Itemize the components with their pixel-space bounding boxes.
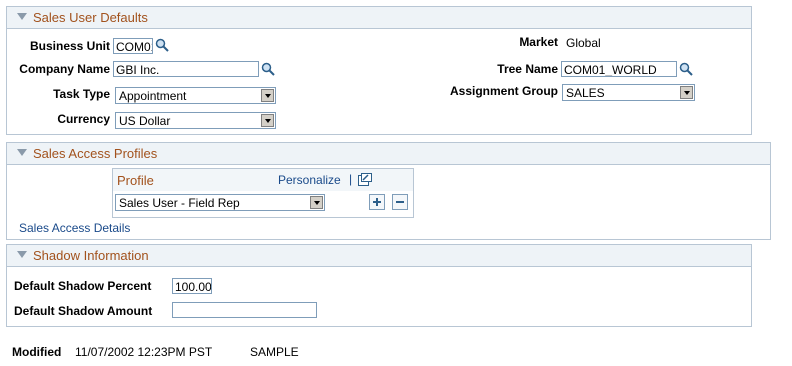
task-type-value: Appointment	[119, 89, 187, 103]
tree-name-field[interactable]: COM01_WORLD	[561, 61, 677, 77]
assignment-group-label: Assignment Group	[449, 84, 558, 98]
plus-icon[interactable]	[369, 194, 385, 210]
section-title: Shadow Information	[33, 248, 149, 263]
profile-select[interactable]: Sales User - Field Rep	[115, 194, 325, 211]
collapse-triangle-icon[interactable]	[17, 13, 27, 20]
company-name-label: Company Name	[19, 62, 110, 76]
section-title: Sales Access Profiles	[33, 146, 158, 161]
modified-by: SAMPLE	[250, 345, 299, 359]
section-header[interactable]: Sales Access Profiles	[7, 143, 770, 165]
assignment-group-value: SALES	[566, 86, 605, 100]
market-value: Global	[566, 36, 601, 50]
magnifier-icon[interactable]	[155, 38, 169, 52]
currency-select[interactable]: US Dollar	[115, 112, 276, 129]
company-name-field[interactable]: GBI Inc.	[113, 61, 259, 77]
default-shadow-amount-label: Default Shadow Amount	[14, 304, 153, 318]
market-label: Market	[519, 35, 558, 49]
profile-column-header[interactable]: Profile	[117, 173, 154, 188]
currency-value: US Dollar	[119, 114, 171, 128]
collapse-triangle-icon[interactable]	[17, 149, 27, 156]
sales-access-details-link[interactable]: Sales Access Details	[19, 221, 130, 235]
currency-label: Currency	[57, 112, 110, 126]
new-window-icon[interactable]	[358, 173, 372, 186]
chevron-down-icon[interactable]	[261, 89, 274, 102]
profile-value: Sales User - Field Rep	[119, 196, 240, 210]
task-type-label: Task Type	[53, 87, 110, 101]
assignment-group-select[interactable]: SALES	[562, 84, 695, 101]
collapse-triangle-icon[interactable]	[17, 251, 27, 258]
magnifier-icon[interactable]	[261, 62, 275, 76]
section-title: Sales User Defaults	[33, 10, 148, 25]
default-shadow-amount-field[interactable]	[172, 302, 317, 318]
chevron-down-icon[interactable]	[261, 114, 274, 127]
task-type-select[interactable]: Appointment	[115, 87, 276, 104]
section-header[interactable]: Sales User Defaults	[7, 7, 751, 29]
business-unit-label: Business Unit	[29, 39, 110, 53]
section-header[interactable]: Shadow Information	[7, 245, 751, 267]
chevron-down-icon[interactable]	[680, 86, 693, 99]
minus-icon[interactable]	[392, 194, 408, 210]
chevron-down-icon[interactable]	[310, 196, 323, 209]
magnifier-icon[interactable]	[679, 62, 693, 76]
grid-separator: |	[349, 172, 353, 186]
tree-name-label: Tree Name	[497, 62, 558, 76]
default-shadow-percent-field[interactable]: 100.00	[172, 278, 212, 294]
personalize-link[interactable]: Personalize	[278, 173, 341, 187]
default-shadow-percent-label: Default Shadow Percent	[14, 279, 152, 293]
modified-timestamp: 11/07/2002 12:23PM PST	[75, 345, 213, 359]
modified-label: Modified	[12, 345, 62, 359]
business-unit-field[interactable]: COM01	[113, 38, 153, 54]
